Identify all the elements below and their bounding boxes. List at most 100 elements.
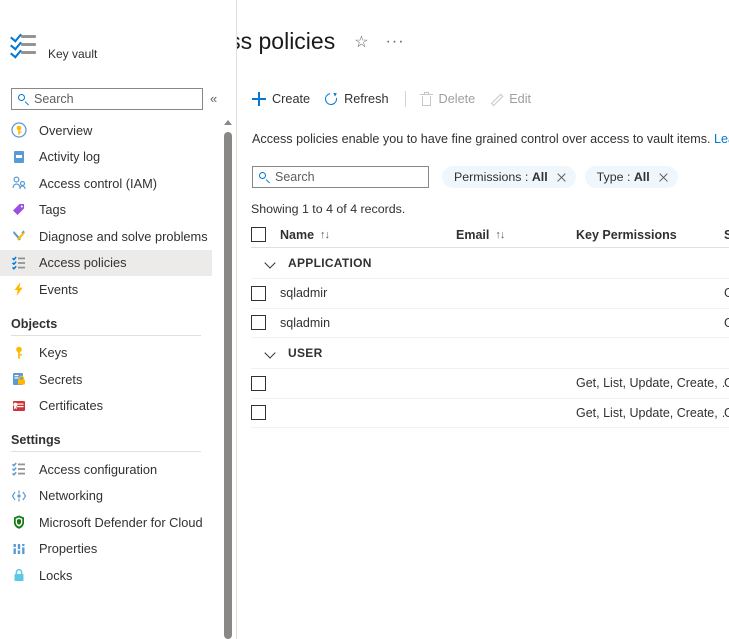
- group-header-label: APPLICATION: [288, 256, 372, 270]
- sidebar-search-input[interactable]: Search: [11, 88, 203, 110]
- row-checkbox[interactable]: [251, 405, 266, 421]
- sidebar-item-access-policies[interactable]: Access policies: [0, 249, 212, 276]
- sidebar-item-keys[interactable]: Keys: [0, 340, 212, 367]
- properties-icon: [11, 541, 27, 557]
- access-policies-table: Name ↑↓ Email ↑↓ Key Permissions S APPLI…: [251, 222, 729, 428]
- row-checkbox[interactable]: [251, 315, 266, 331]
- select-all-checkbox[interactable]: [251, 227, 266, 242]
- access-control-icon: [11, 175, 27, 191]
- wrench-icon: [11, 228, 27, 244]
- sidebar-item-label: Keys: [39, 345, 68, 361]
- column-header-secret-permissions[interactable]: S: [724, 228, 729, 242]
- cell-secret-permissions: G: [724, 405, 729, 420]
- tag-icon: [11, 202, 27, 218]
- filter-pill-type-label: Type : All: [596, 170, 650, 184]
- table-row[interactable]: sqladmir G: [251, 279, 729, 309]
- group-header-user[interactable]: USER: [251, 338, 729, 369]
- learn-more-link[interactable]: Learn more: [714, 132, 729, 146]
- lightning-icon: [11, 281, 27, 297]
- info-text-body: Access policies enable you to have fine …: [252, 132, 711, 146]
- certificate-icon: [11, 398, 27, 414]
- close-icon[interactable]: [658, 172, 669, 183]
- sidebar-section-objects-title: Objects: [11, 316, 58, 331]
- edit-button: Edit: [489, 92, 531, 106]
- cell-secret-permissions: G: [724, 376, 729, 391]
- search-icon: [259, 171, 270, 183]
- table-row[interactable]: Get, List, Update, Create, … G: [251, 369, 729, 399]
- group-header-application[interactable]: APPLICATION: [251, 248, 729, 279]
- table-row[interactable]: sqladmin G: [251, 309, 729, 338]
- sidebar-item-secrets[interactable]: Secrets: [0, 366, 212, 393]
- checklist-icon: [11, 461, 27, 477]
- sort-arrows-icon: ↑↓: [495, 228, 505, 241]
- sidebar-item-diagnose[interactable]: Diagnose and solve problems: [0, 223, 212, 250]
- divider: [11, 451, 201, 452]
- scrollbar-thumb[interactable]: [224, 132, 232, 639]
- cell-name: sqladmir: [280, 286, 328, 301]
- chevron-down-icon: [265, 258, 276, 269]
- filter-pill-type[interactable]: Type : All: [584, 166, 678, 188]
- column-header-label: Email: [456, 227, 490, 242]
- table-search-input[interactable]: Search: [252, 166, 429, 188]
- sidebar-item-activity-log[interactable]: Activity log: [0, 144, 212, 171]
- cell-name: sqladmin: [280, 315, 331, 330]
- ellipsis-icon[interactable]: ···: [386, 33, 405, 49]
- sidebar-item-locks[interactable]: Locks: [0, 562, 212, 589]
- table-row[interactable]: Get, List, Update, Create, … G: [251, 399, 729, 428]
- create-button-label: Create: [272, 92, 311, 106]
- sidebar-item-label: Overview: [39, 122, 93, 138]
- star-icon[interactable]: ☆: [354, 32, 368, 52]
- sidebar-scrollbar[interactable]: [222, 117, 234, 639]
- sidebar-item-access-configuration[interactable]: Access configuration: [0, 456, 212, 483]
- search-icon: [18, 93, 29, 105]
- filter-pill-permissions-label: Permissions : All: [454, 170, 548, 184]
- sidebar-item-label: Access control (IAM): [39, 175, 158, 191]
- close-icon[interactable]: [556, 172, 567, 183]
- checklist-icon: [11, 255, 27, 271]
- sidebar-item-label: Networking: [39, 488, 104, 504]
- sidebar-item-defender-for-cloud[interactable]: Microsoft Defender for Cloud: [0, 509, 212, 536]
- scroll-up-arrow-icon[interactable]: [224, 120, 232, 125]
- command-bar: Create Refresh Delete Edit: [252, 87, 545, 111]
- refresh-button-label: Refresh: [344, 92, 389, 106]
- lock-icon: [11, 567, 27, 583]
- sidebar-item-networking[interactable]: Networking: [0, 483, 212, 510]
- row-checkbox[interactable]: [251, 285, 266, 301]
- key-icon: [11, 345, 27, 361]
- key-vault-icon: [10, 30, 40, 60]
- sidebar-item-label: Secrets: [39, 371, 83, 387]
- page-title: Access policies: [237, 28, 336, 54]
- sidebar-section-settings-title: Settings: [11, 433, 61, 447]
- refresh-icon: [324, 92, 338, 106]
- column-header-name[interactable]: Name ↑↓: [280, 228, 456, 242]
- row-checkbox-cell: [251, 405, 280, 421]
- page-header: | Access policies ☆ ···: [237, 28, 405, 55]
- sidebar-item-label: Certificates: [39, 398, 104, 414]
- sidebar-item-access-control[interactable]: Access control (IAM): [0, 170, 212, 197]
- cell-key-permissions: Get, List, Update, Create, …: [576, 376, 724, 391]
- sidebar-item-label: Tags: [39, 202, 67, 218]
- column-header-email[interactable]: Email ↑↓: [456, 228, 576, 242]
- sidebar-item-label: Events: [39, 281, 79, 297]
- sidebar-item-properties[interactable]: Properties: [0, 536, 212, 563]
- group-header-label: USER: [288, 346, 323, 360]
- sidebar-item-label: Locks: [39, 567, 73, 583]
- chevron-down-icon: [265, 348, 276, 359]
- row-checkbox[interactable]: [251, 375, 266, 391]
- filter-pill-permissions[interactable]: Permissions : All: [442, 166, 576, 188]
- refresh-button[interactable]: Refresh: [324, 92, 388, 106]
- column-header-key-permissions[interactable]: Key Permissions: [576, 228, 724, 242]
- column-header-label: S: [724, 227, 729, 242]
- main-content: | Access policies ☆ ··· Create Refresh D…: [237, 0, 729, 639]
- collapse-sidebar-button[interactable]: «: [210, 90, 217, 108]
- sidebar-item-certificates[interactable]: Certificates: [0, 393, 212, 420]
- sidebar-item-overview[interactable]: Overview: [0, 117, 212, 144]
- sidebar-item-events[interactable]: Events: [0, 276, 212, 303]
- shield-icon: [11, 514, 27, 530]
- column-header-label: Name: [280, 227, 315, 242]
- sidebar-item-tags[interactable]: Tags: [0, 197, 212, 224]
- table-header-row: Name ↑↓ Email ↑↓ Key Permissions S: [251, 222, 729, 248]
- create-button[interactable]: Create: [252, 92, 310, 106]
- delete-button: Delete: [419, 92, 475, 106]
- resource-header: Key vault: [10, 30, 97, 61]
